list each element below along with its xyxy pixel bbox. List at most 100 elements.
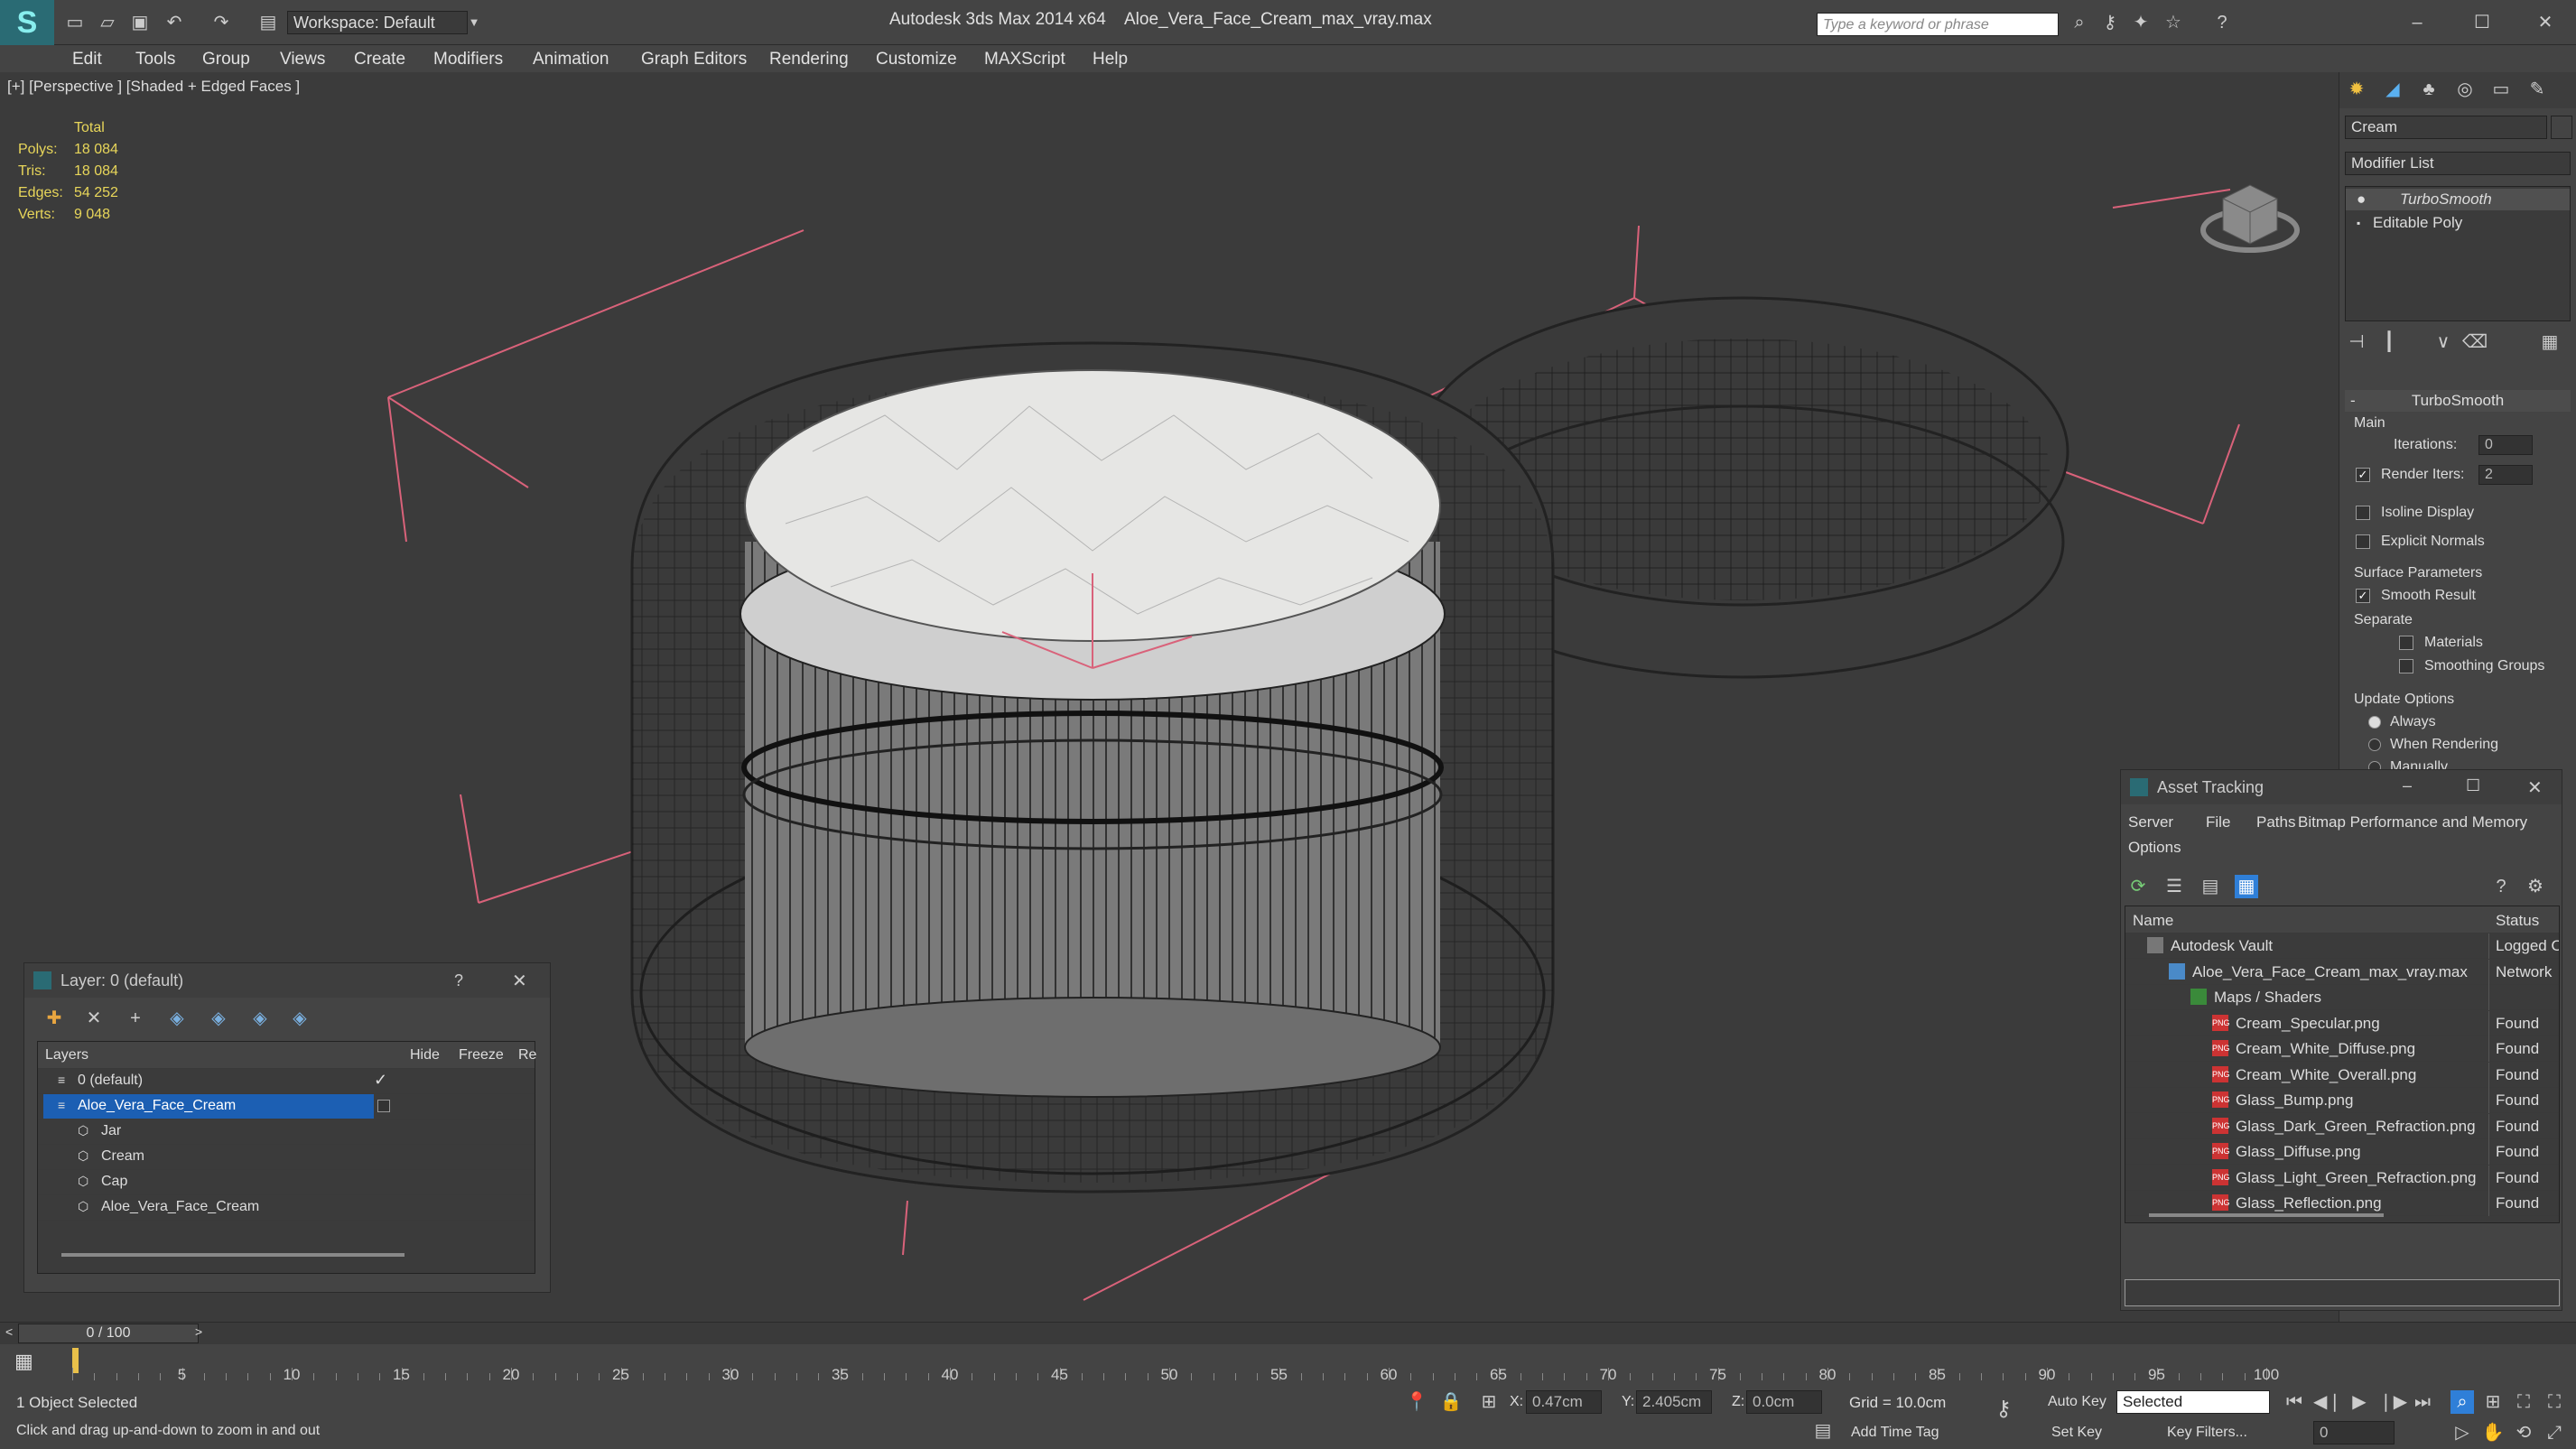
exchange-icon[interactable]: ✦ — [2129, 11, 2153, 34]
modifier-list-dropdown[interactable]: Modifier List — [2345, 152, 2571, 175]
always-radio[interactable] — [2368, 716, 2381, 729]
new-file-icon[interactable]: ▭ — [63, 11, 87, 34]
auto-key-button[interactable]: Auto Key — [2048, 1394, 2106, 1410]
menu-group[interactable]: Group — [202, 50, 250, 70]
help-icon[interactable]: ? — [2210, 11, 2234, 34]
help-button[interactable]: ? — [454, 971, 463, 990]
tree-view-icon[interactable]: ▤ — [2199, 875, 2222, 898]
refresh-icon[interactable]: ⟳ — [2126, 875, 2150, 898]
menu-animation[interactable]: Animation — [533, 50, 609, 70]
asset-row[interactable]: Maps / Shaders — [2125, 985, 2559, 1010]
render-iters-spinner[interactable]: 2 — [2478, 465, 2533, 485]
pin-icon[interactable]: 📍 — [1405, 1390, 1428, 1414]
x-coordinate[interactable]: 0.47cm — [1526, 1390, 1602, 1414]
hierarchy-tab-icon[interactable]: ♣ — [2417, 78, 2441, 101]
new-layer-icon[interactable]: ✚ — [42, 1007, 66, 1030]
explicit-normals-checkbox[interactable] — [2356, 534, 2370, 549]
workspace-dropdown[interactable]: Workspace: Default — [287, 11, 468, 34]
asset-row[interactable]: PNG Cream_White_Diffuse.png Found — [2125, 1036, 2559, 1062]
menu-options[interactable]: Options — [2128, 839, 2181, 857]
object-row-cream[interactable]: ⬡ Cream — [38, 1145, 535, 1170]
pan-icon[interactable]: ✋ — [2481, 1421, 2505, 1444]
maximize-icon[interactable]: ☐ — [2470, 11, 2494, 34]
menu-server[interactable]: Server — [2128, 813, 2173, 831]
menu-create[interactable]: Create — [354, 50, 405, 70]
object-row-jar[interactable]: ⬡ Jar — [38, 1119, 535, 1145]
make-unique-icon[interactable]: ∨ — [2432, 330, 2455, 354]
minimize-icon[interactable]: – — [2403, 776, 2412, 795]
menu-modifiers[interactable]: Modifiers — [433, 50, 503, 70]
star-icon[interactable]: ☆ — [2162, 11, 2185, 34]
play-icon[interactable]: ▶ — [2348, 1390, 2371, 1414]
object-row-aloe-vera[interactable]: ⬡ Aloe_Vera_Face_Cream — [38, 1195, 535, 1221]
asset-row[interactable]: PNG Cream_Specular.png Found — [2125, 1010, 2559, 1036]
col-hide[interactable]: Hide — [410, 1047, 440, 1064]
zoom-icon[interactable]: ⌕ — [2450, 1390, 2474, 1414]
asset-row[interactable]: Aloe_Vera_Face_Cream_max_vray.max Network — [2125, 959, 2559, 985]
undo-icon[interactable]: ↶ — [163, 11, 186, 34]
create-tab-icon[interactable]: ✹ — [2345, 78, 2368, 101]
next-key-icon[interactable]: ❘▶ — [2378, 1390, 2407, 1414]
y-coordinate[interactable]: 2.405cm — [1636, 1390, 1712, 1414]
horizontal-scrollbar[interactable] — [2149, 1213, 2384, 1217]
maximize-icon[interactable]: ☐ — [2466, 776, 2480, 795]
zoom-extents-icon[interactable]: ⛶ — [2512, 1390, 2535, 1414]
delete-layer-icon[interactable]: ✕ — [82, 1007, 106, 1030]
menu-customize[interactable]: Customize — [876, 50, 957, 70]
table-view-icon[interactable]: ▦ — [2235, 875, 2258, 898]
menu-tools[interactable]: Tools — [135, 50, 175, 70]
key-mode-icon[interactable]: ⚷ — [1992, 1398, 2015, 1421]
object-color-swatch[interactable] — [2551, 116, 2572, 139]
horizontal-scrollbar[interactable] — [61, 1253, 405, 1257]
col-layers[interactable]: Layers — [45, 1047, 88, 1064]
asset-row[interactable]: PNG Glass_Reflection.png Found — [2125, 1191, 2559, 1216]
menu-views[interactable]: Views — [280, 50, 325, 70]
goto-start-icon[interactable]: ⏮ — [2283, 1390, 2306, 1414]
asset-row[interactable]: PNG Glass_Light_Green_Refraction.png Found — [2125, 1165, 2559, 1191]
asset-row[interactable]: PNG Cream_White_Overall.png Found — [2125, 1062, 2559, 1088]
chevron-down-icon[interactable]: ▼ — [464, 11, 484, 34]
modify-tab-icon[interactable]: ◢ — [2381, 78, 2404, 101]
current-frame-marker[interactable] — [72, 1348, 79, 1373]
turbosmooth-rollout[interactable]: - TurboSmooth — [2345, 390, 2571, 412]
current-layer-checkbox[interactable] — [377, 1100, 390, 1112]
field-of-view-icon[interactable]: ▷ — [2450, 1421, 2474, 1444]
render-iters-checkbox[interactable]: ✓ — [2356, 468, 2370, 482]
next-frame-icon[interactable]: > — [195, 1324, 202, 1339]
save-icon[interactable]: ▣ — [128, 11, 152, 34]
menu-paths[interactable]: Paths — [2256, 813, 2295, 831]
object-row-cap[interactable]: ⬡ Cap — [38, 1170, 535, 1195]
asset-path-field[interactable] — [2125, 1279, 2560, 1306]
menu-rendering[interactable]: Rendering — [769, 50, 849, 70]
motion-tab-icon[interactable]: ◎ — [2453, 78, 2477, 101]
orbit-icon[interactable]: ⟲ — [2512, 1421, 2535, 1444]
layer-row-aloe-vera[interactable]: ≡ Aloe_Vera_Face_Cream — [38, 1094, 535, 1119]
z-coordinate[interactable]: 0.0cm — [1746, 1390, 1822, 1414]
lock-icon[interactable]: 🔒 — [1439, 1390, 1463, 1414]
asset-row[interactable]: PNG Glass_Dark_Green_Refraction.png Found — [2125, 1113, 2559, 1139]
current-frame-field[interactable]: 0 — [2313, 1421, 2395, 1444]
asset-row[interactable]: PNG Glass_Bump.png Found — [2125, 1088, 2559, 1113]
object-name-field[interactable]: Cream — [2345, 116, 2547, 139]
when-rendering-radio[interactable] — [2368, 738, 2381, 751]
time-slider[interactable]: < 0 / 100 > — [0, 1323, 2576, 1344]
menu-file[interactable]: File — [2206, 813, 2230, 831]
redo-icon[interactable]: ↷ — [209, 11, 233, 34]
expand-icon[interactable]: ▪ — [2357, 212, 2360, 234]
close-icon[interactable]: ✕ — [2534, 11, 2557, 34]
zoom-all-icon[interactable]: ⊞ — [2481, 1390, 2505, 1414]
settings-icon[interactable]: ⚙ — [2524, 875, 2547, 898]
open-file-icon[interactable]: ▱ — [96, 11, 119, 34]
app-logo[interactable]: S — [0, 0, 54, 45]
materials-checkbox[interactable] — [2399, 636, 2413, 650]
list-view-icon[interactable]: ☰ — [2162, 875, 2186, 898]
binoculars-icon[interactable]: ⌕ — [2068, 11, 2091, 34]
time-slider-handle[interactable]: 0 / 100 — [18, 1324, 199, 1343]
close-icon[interactable]: ✕ — [512, 970, 527, 992]
asset-row[interactable]: Autodesk Vault Logged O — [2125, 933, 2559, 959]
iterations-spinner[interactable]: 0 — [2478, 435, 2533, 455]
pin-stack-icon[interactable]: ⊣ — [2345, 330, 2368, 354]
show-end-result-icon[interactable]: ┃ — [2377, 330, 2401, 354]
select-in-layer-icon[interactable]: ◈ — [165, 1007, 189, 1030]
menu-help[interactable]: Help — [1093, 50, 1128, 70]
